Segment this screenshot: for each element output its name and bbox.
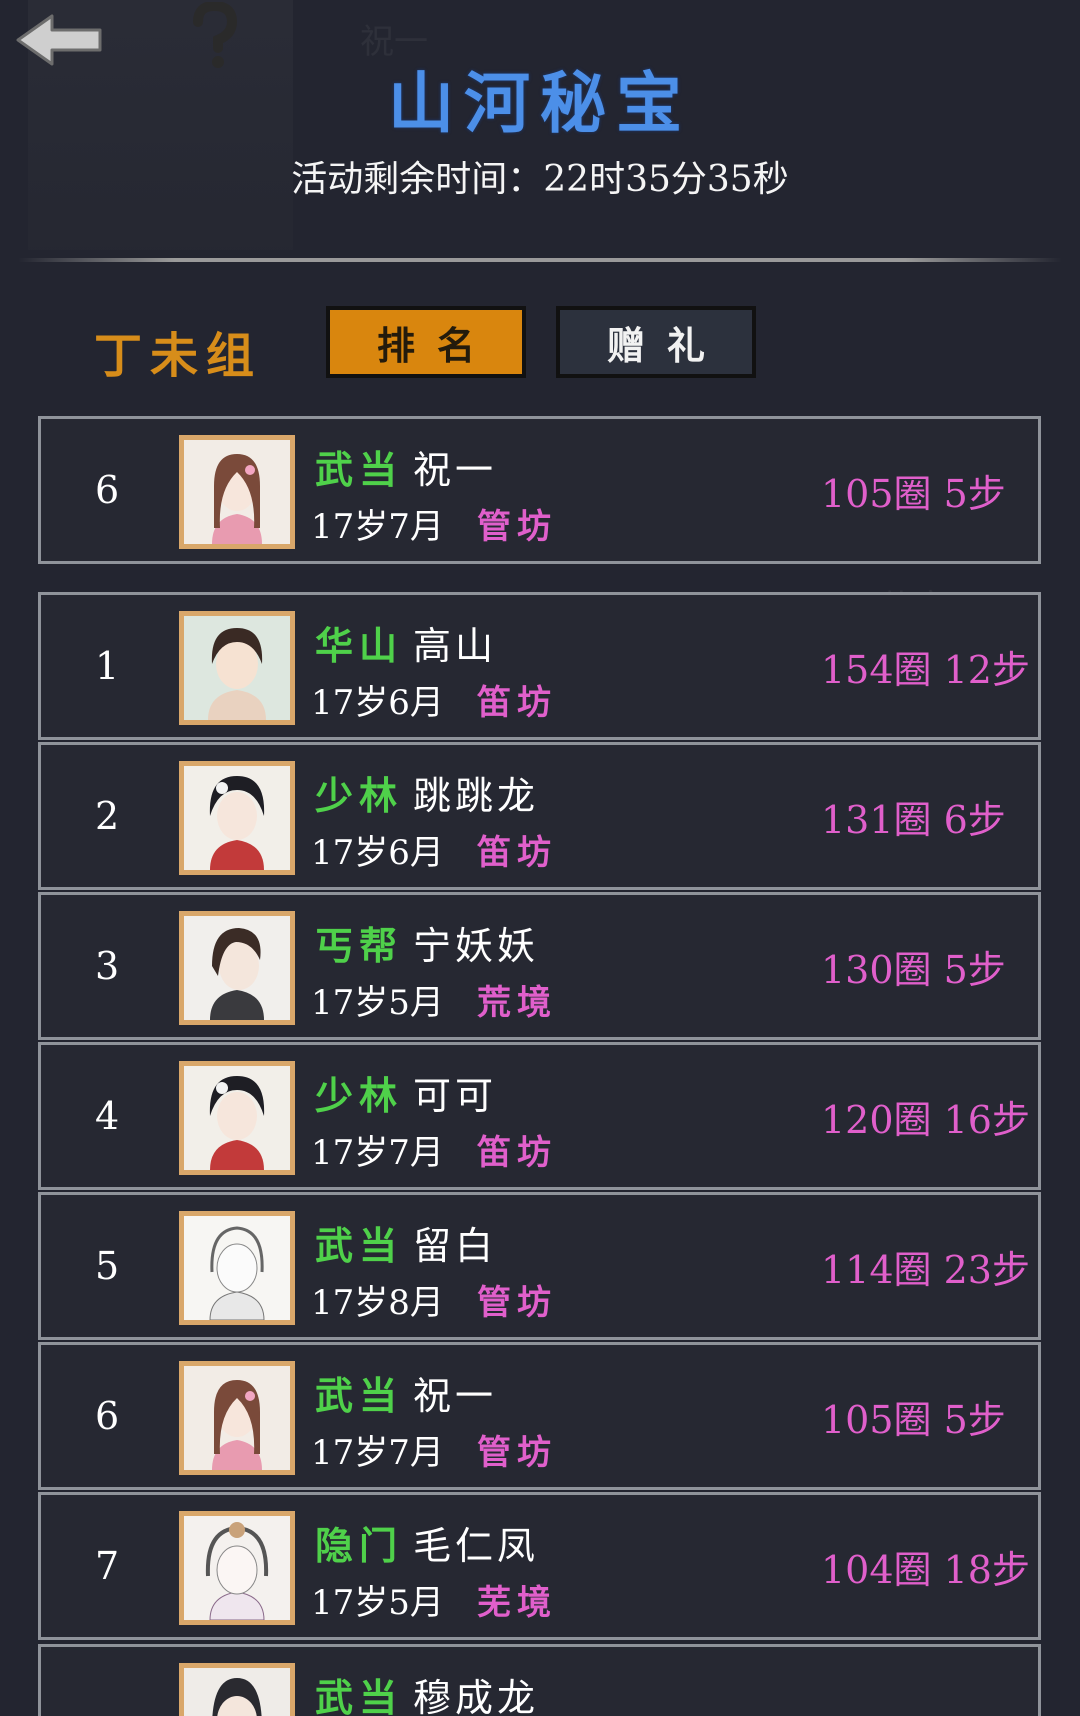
- player-name: 跳跳龙: [413, 774, 540, 818]
- player-score: 120圈 16步: [821, 1098, 1030, 1142]
- rank-number: 6: [95, 468, 120, 512]
- player-name: 宁妖妖: [413, 924, 540, 968]
- sect-name: 华山: [315, 623, 404, 668]
- header-divider: [18, 258, 1062, 262]
- player-realm: 芜境: [477, 1583, 557, 1623]
- sect-name: 隐门: [315, 1523, 404, 1568]
- avatar: [179, 911, 295, 1025]
- avatar: [179, 1061, 295, 1175]
- avatar: [179, 1361, 295, 1475]
- group-name: 丁未组: [94, 328, 263, 384]
- avatar: [179, 1211, 295, 1325]
- timer-value: 22时35分35秒: [543, 159, 789, 200]
- tab-gift[interactable]: 赠礼: [556, 306, 756, 378]
- rank-number: 4: [95, 1094, 120, 1138]
- avatar: [179, 435, 295, 549]
- player-score: 105圈 5步: [821, 472, 1006, 516]
- rank-number: 7: [95, 1544, 120, 1588]
- player-name: 毛仁凤: [413, 1524, 540, 1568]
- table-row[interactable]: 7 隐门 毛仁凤 17岁5月 芜境 104圈 18步: [38, 1492, 1041, 1640]
- player-name: 祝一: [413, 1374, 498, 1418]
- list-clip: 武当 穆成龙: [38, 1644, 1041, 1716]
- player-age: 17岁5月: [311, 1583, 444, 1623]
- player-realm: 笛坊: [477, 833, 557, 873]
- avatar: [179, 1663, 295, 1716]
- rank-number: 5: [95, 1244, 120, 1288]
- rank-number: 1: [95, 644, 120, 688]
- player-name: 留白: [413, 1224, 498, 1268]
- page-title: 山河秘宝: [388, 64, 692, 142]
- table-row[interactable]: 1 华山 高山 17岁6月 笛坊 154圈 12步: [38, 592, 1041, 740]
- avatar: [179, 1511, 295, 1625]
- tab-ranking[interactable]: 排名: [326, 306, 526, 378]
- player-age: 17岁7月: [311, 1133, 444, 1173]
- sect-name: 丐帮: [315, 923, 404, 968]
- self-rank-row[interactable]: 6 武当 祝一 17岁7月 管坊 105圈 5步: [38, 416, 1041, 564]
- sect-name: 少林: [315, 773, 404, 818]
- player-age: 17岁7月: [311, 1433, 444, 1473]
- player-name: 穆成龙: [413, 1676, 540, 1716]
- table-row[interactable]: 2 少林 跳跳龙 17岁6月 笛坊 131圈 6步: [38, 742, 1041, 890]
- player-name: 可可: [413, 1074, 498, 1118]
- player-realm: 管坊: [477, 507, 557, 547]
- rank-number: 3: [95, 944, 120, 988]
- player-score: 130圈 5步: [821, 948, 1006, 992]
- rank-number: 6: [95, 1394, 120, 1438]
- player-realm: 荒境: [477, 983, 557, 1023]
- player-realm: 笛坊: [477, 683, 557, 723]
- player-score: 114圈 23步: [821, 1248, 1030, 1292]
- player-realm: 笛坊: [477, 1133, 557, 1173]
- player-name: 高山: [413, 624, 498, 668]
- sect-name: 武当: [315, 1675, 404, 1716]
- player-realm: 管坊: [477, 1433, 557, 1473]
- player-realm: 管坊: [477, 1283, 557, 1323]
- player-age: 17岁5月: [311, 983, 444, 1023]
- sect-name: 少林: [315, 1073, 404, 1118]
- event-timer: 活动剩余时间：22时35分35秒: [0, 150, 1080, 202]
- player-score: 131圈 6步: [821, 798, 1006, 842]
- table-row[interactable]: 武当 穆成龙: [38, 1644, 1041, 1716]
- player-age: 17岁6月: [311, 833, 444, 873]
- player-score: 154圈 12步: [821, 648, 1030, 692]
- player-age: 17岁6月: [311, 683, 444, 723]
- avatar: [179, 761, 295, 875]
- sect-name: 武当: [315, 447, 404, 492]
- player-name: 祝一: [413, 448, 498, 492]
- sect-name: 武当: [315, 1373, 404, 1418]
- table-row[interactable]: 4 少林 可可 17岁7月 笛坊 120圈 16步: [38, 1042, 1041, 1190]
- table-row[interactable]: 6 武当 祝一 17岁7月 管坊 105圈 5步: [38, 1342, 1041, 1490]
- player-score: 105圈 5步: [821, 1398, 1006, 1442]
- sect-name: 武当: [315, 1223, 404, 1268]
- rank-number: 2: [95, 794, 120, 838]
- table-row[interactable]: 3 丐帮 宁妖妖 17岁5月 荒境 130圈 5步: [38, 892, 1041, 1040]
- table-row[interactable]: 5 武当 留白 17岁8月 管坊 114圈 23步: [38, 1192, 1041, 1340]
- player-age: 17岁7月: [311, 507, 444, 547]
- avatar: [179, 611, 295, 725]
- player-score: 104圈 18步: [821, 1548, 1030, 1592]
- player-age: 17岁8月: [311, 1283, 444, 1323]
- timer-label: 活动剩余时间：: [291, 159, 544, 200]
